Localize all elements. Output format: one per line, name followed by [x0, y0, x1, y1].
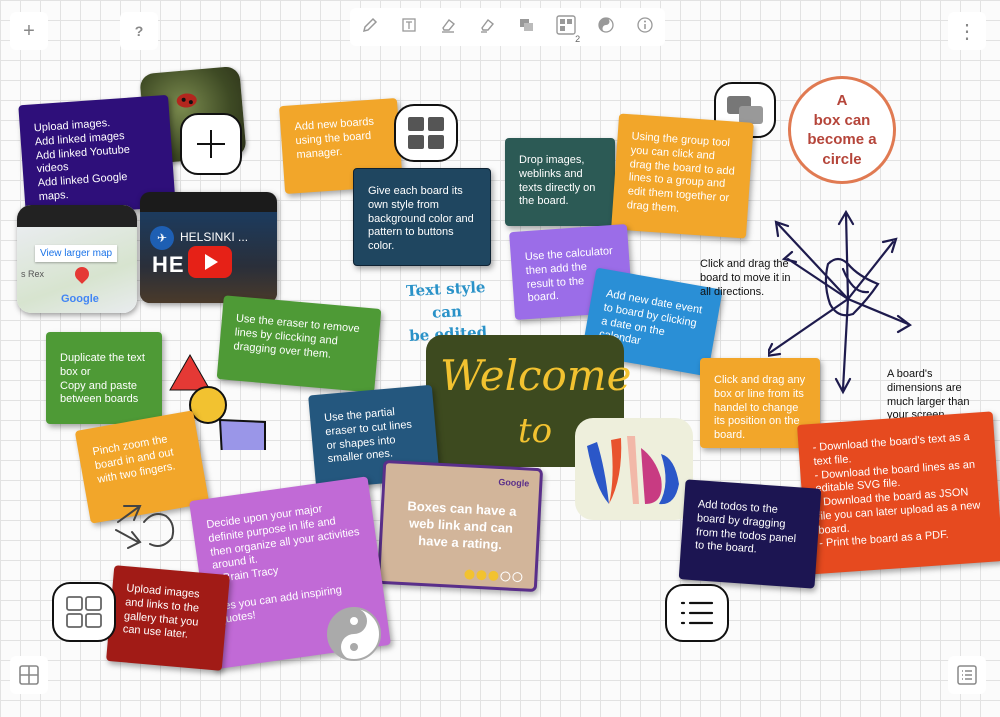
map-header: [17, 205, 137, 227]
top-toolbar: 2: [350, 8, 665, 46]
plus-icon: [197, 130, 225, 158]
yin-yang-icon: [598, 16, 614, 33]
map-pin-icon: [72, 264, 92, 284]
plus-icon: +: [23, 19, 35, 42]
info-icon: [637, 16, 654, 33]
rating-star[interactable]: [512, 571, 523, 583]
weblink-text: Boxes can have a web link and can have a…: [407, 498, 517, 552]
list-icon: [680, 601, 714, 625]
group-icon: [520, 18, 534, 31]
todos-panel-button[interactable]: [665, 584, 729, 642]
welcome-to: to: [518, 411, 553, 451]
video-title: HELSINKI ...: [180, 230, 249, 244]
duplicate-card[interactable]: Duplicate the text box or Copy and paste…: [46, 332, 162, 424]
group-tool-card[interactable]: Using the group tool you can click and d…: [611, 113, 754, 239]
info-tool[interactable]: [636, 16, 654, 39]
pinch-gesture-drawing: [115, 505, 175, 549]
add-button[interactable]: +: [10, 12, 48, 50]
download-card[interactable]: - Download the board's text as a text fi…: [797, 411, 1000, 575]
rating-star[interactable]: [500, 571, 511, 582]
youtube-play-icon[interactable]: [188, 246, 232, 278]
rating-star[interactable]: [488, 570, 499, 582]
rating-stars[interactable]: [464, 569, 523, 583]
google-logo: Google: [61, 293, 99, 305]
eraser-tool[interactable]: [439, 16, 457, 39]
textbox-tool[interactable]: [400, 16, 418, 39]
add-image-button[interactable]: [180, 113, 242, 175]
theme-tool[interactable]: [597, 16, 615, 39]
question-icon: ?: [134, 23, 144, 39]
map-area: View larger map s Rex Google: [17, 227, 137, 313]
partial-eraser-tool[interactable]: [478, 16, 496, 39]
help-button[interactable]: ?: [120, 12, 158, 50]
rating-star[interactable]: [476, 569, 487, 581]
grid-icon: [556, 14, 576, 35]
board-count-badge: 2: [575, 33, 581, 44]
drop-images-card[interactable]: Drop images, weblinks and texts directly…: [505, 138, 615, 226]
board-manager-tool[interactable]: 2: [556, 14, 580, 44]
textbox-icon: [402, 17, 416, 32]
todos-corner-button[interactable]: [948, 656, 986, 694]
vible-logo: [575, 418, 693, 520]
yin-yang-icon: [327, 607, 381, 661]
board-style-card[interactable]: Give each board its own style from backg…: [353, 168, 491, 266]
eraser-icon: [441, 18, 455, 33]
more-vertical-icon: ⋮: [957, 20, 977, 43]
circle-box[interactable]: A box can become a circle: [788, 76, 896, 184]
group-tool[interactable]: [517, 16, 535, 39]
weblink-card[interactable]: Google Boxes can have a web link and can…: [376, 459, 544, 593]
grid-icon: [19, 665, 39, 685]
map-place-label: s Rex: [21, 269, 45, 279]
todos-card[interactable]: Add todos to the board by dragging from …: [678, 479, 822, 589]
grid-icon: [408, 117, 444, 149]
pencil-icon: [362, 17, 377, 32]
video-thumbnail: ✈ HELSINKI ... HE KI: [140, 212, 277, 303]
vible-logo-icon: [587, 436, 679, 505]
map-embed[interactable]: View larger map s Rex Google: [17, 205, 137, 313]
board-manager-button[interactable]: [394, 104, 458, 162]
board-manager-corner-button[interactable]: [10, 656, 48, 694]
pencil-tool[interactable]: [361, 16, 379, 39]
view-larger-map-button[interactable]: View larger map: [35, 245, 118, 262]
gallery-card[interactable]: Upload images and links to the gallery t…: [106, 565, 230, 671]
gallery-icon: [66, 596, 102, 628]
video-channel-icon: ✈: [150, 226, 174, 250]
weblink-source: Google: [498, 476, 530, 489]
circle-box-text: A box can become a circle: [807, 92, 877, 168]
rating-star[interactable]: [464, 569, 475, 580]
list-icon: [957, 665, 977, 685]
gallery-button[interactable]: [52, 582, 116, 642]
more-menu-button[interactable]: ⋮: [948, 12, 986, 50]
welcome-title: Welcome: [440, 351, 632, 400]
youtube-video-embed[interactable]: ✈ HELSINKI ... HE KI: [140, 192, 277, 303]
partial-eraser-icon: [480, 18, 494, 33]
